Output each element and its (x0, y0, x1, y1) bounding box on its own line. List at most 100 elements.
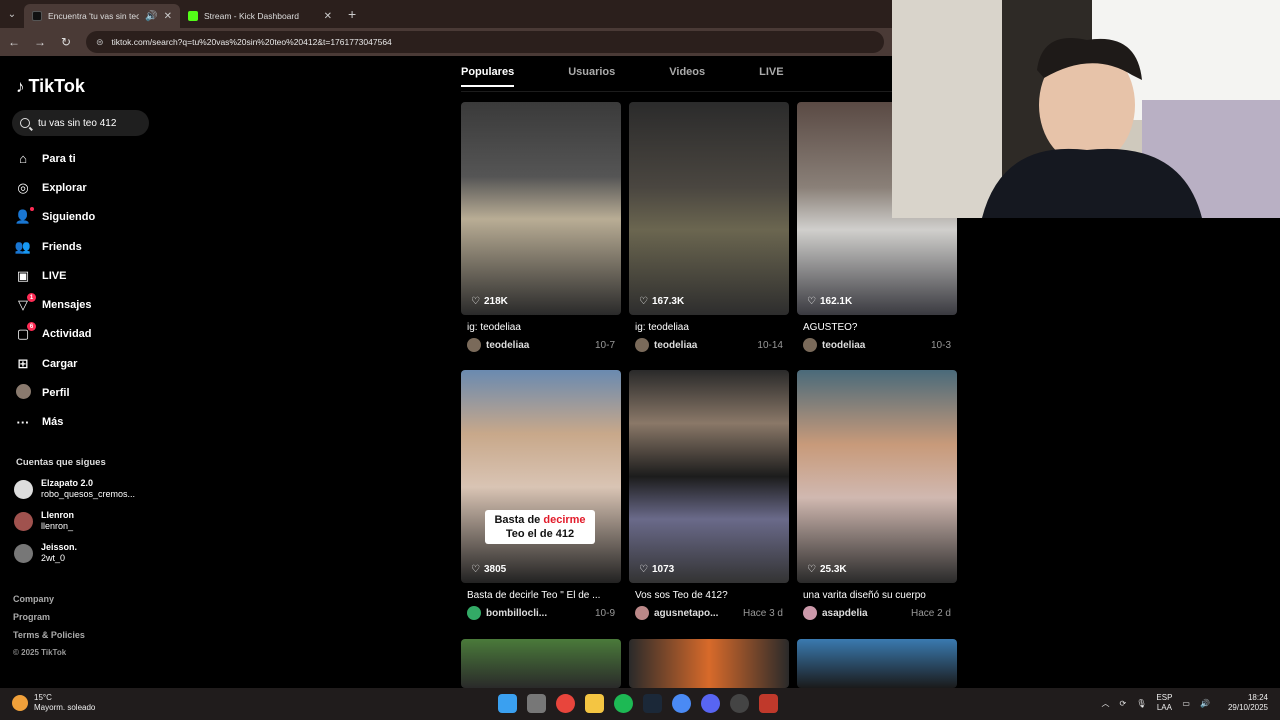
video-author[interactable]: teodeliaa (467, 338, 529, 352)
obs-icon[interactable] (730, 694, 749, 713)
friends-icon: 👥 (14, 238, 32, 254)
video-thumbnail[interactable]: Basta de decirme Teo el de 412 ♡ 3805 (461, 370, 621, 583)
close-tab-icon[interactable]: ✕ (324, 11, 332, 22)
video-card[interactable] (629, 639, 789, 688)
video-date: Hace 2 d (910, 607, 951, 619)
video-description[interactable]: Basta de decirle Teo " El de ... (461, 590, 621, 601)
video-author[interactable]: bombillocli... (467, 606, 547, 620)
video-thumbnail[interactable]: ♡ 1073 (629, 370, 789, 583)
tab-videos[interactable]: Videos (669, 66, 705, 87)
like-count: ♡ 167.3K (639, 296, 685, 307)
start-icon[interactable] (498, 694, 517, 713)
video-card[interactable] (797, 639, 957, 688)
app-icon[interactable] (759, 694, 778, 713)
messages-icon: ▽ 1 (14, 293, 36, 313)
new-tab-icon[interactable]: + (348, 6, 356, 22)
browser-tab-tiktok[interactable]: Encuentra 'tu vas sin teo 41 🔊 ✕ (24, 4, 180, 28)
chevron-up-icon[interactable]: ︿ (1102, 698, 1110, 709)
footer-link-company[interactable]: Company (13, 590, 85, 608)
webcam-overlay (892, 0, 1280, 218)
video-author[interactable]: teodeliaa (803, 338, 865, 352)
volume-icon[interactable]: 🔊 (1200, 699, 1210, 708)
video-author[interactable]: agusnetapo... (635, 606, 718, 620)
system-tray: ︿ ⟳ 🎙 ESP LAA ▭ 🔊 18:24 29/10/2025 (1102, 693, 1268, 713)
sidebar-item-siguiendo[interactable]: 👤 Siguiendo (14, 203, 95, 232)
network-icon[interactable]: ▭ (1182, 699, 1190, 708)
video-description[interactable]: una varita diseñó su cuerpo (797, 590, 957, 601)
more-icon: ··· (16, 414, 30, 430)
chrome-icon[interactable] (556, 694, 575, 713)
video-thumbnail[interactable]: ♡ 25.3K (797, 370, 957, 583)
sidebar-item-actividad[interactable]: ▢ 6 Actividad (14, 320, 95, 349)
video-thumbnail[interactable] (629, 639, 789, 688)
weather-widget[interactable]: 15°C Mayorm. soleado (12, 693, 95, 713)
speaker-icon[interactable]: 🔊 (145, 11, 157, 22)
search-value: tu vas sin teo 412 (38, 117, 117, 129)
video-card[interactable]: ♡ 218K ig: teodeliaa teodeliaa 10-7 (461, 102, 621, 352)
video-card[interactable]: ♡ 25.3K una varita diseñó su cuerpo asapd… (797, 370, 957, 620)
video-card[interactable]: Basta de decirme Teo el de 412 ♡ 3805 Bast… (461, 370, 621, 620)
tab-title: Encuentra 'tu vas sin teo 41 (48, 11, 140, 21)
footer-link-program[interactable]: Program (13, 608, 85, 626)
sidebar-item-cargar[interactable]: ⊞ Cargar (14, 349, 95, 378)
heart-icon: ♡ (639, 296, 648, 307)
tabs-divider (461, 91, 892, 92)
tab-populares[interactable]: Populares (461, 66, 515, 87)
video-card[interactable]: ♡ 1073 Vos sos Teo de 412? agusnetapo... H… (629, 370, 789, 620)
language-indicator[interactable]: ESP LAA (1156, 693, 1172, 713)
sync-icon[interactable]: ⟳ (1120, 699, 1127, 708)
sidebar-item-mensajes[interactable]: ▽ 1 Mensajes (14, 290, 95, 319)
video-card[interactable] (461, 639, 621, 688)
sidebar-item-friends[interactable]: 👥 Friends (14, 232, 95, 261)
video-author[interactable]: teodeliaa (635, 338, 697, 352)
reload-icon[interactable]: ↻ (60, 35, 72, 49)
video-description[interactable]: ig: teodeliaa (629, 322, 789, 333)
sidebar-item-explorar[interactable]: ◎ Explorar (14, 173, 95, 202)
chrome-alt-icon[interactable] (672, 694, 691, 713)
video-thumbnail[interactable] (461, 639, 621, 688)
video-description[interactable]: Vos sos Teo de 412? (629, 590, 789, 601)
sidebar-item-live[interactable]: ▣ LIVE (14, 261, 95, 290)
tiktok-logo[interactable]: ♪ TikTok (16, 76, 85, 97)
avatar (635, 606, 649, 620)
heart-icon: ♡ (471, 296, 480, 307)
followed-account[interactable]: Llenron llenron_ (14, 510, 74, 532)
tab-usuarios[interactable]: Usuarios (568, 66, 615, 87)
avatar (14, 543, 33, 563)
video-thumbnail[interactable]: ♡ 218K (461, 102, 621, 315)
clock[interactable]: 18:24 29/10/2025 (1228, 693, 1268, 713)
followed-account[interactable]: Jeisson. 2wt_0 (14, 542, 77, 564)
sidebar-item-para-ti[interactable]: ⌂ Para ti (14, 144, 95, 173)
microphone-icon[interactable]: 🎙 (1136, 699, 1146, 708)
video-description[interactable]: AGUSTEO? (797, 322, 957, 333)
video-description[interactable]: ig: teodeliaa (461, 322, 621, 333)
tab-list-dropdown-icon[interactable]: ⌄ (0, 0, 24, 28)
steam-icon[interactable] (643, 694, 662, 713)
sidebar-item-mas[interactable]: ··· Más (14, 408, 95, 437)
discord-icon[interactable] (701, 694, 720, 713)
sidebar: ♪ TikTok tu vas sin teo 412 ⌂ Para ti ◎ … (0, 58, 170, 686)
video-date: 10-14 (757, 339, 783, 351)
forward-icon[interactable]: → (34, 35, 46, 49)
live-icon: ▣ (16, 267, 30, 283)
search-input[interactable]: tu vas sin teo 412 (12, 110, 149, 136)
video-thumbnail[interactable] (797, 639, 957, 688)
spotify-icon[interactable] (614, 694, 633, 713)
home-icon: ⌂ (19, 151, 27, 167)
site-info-icon[interactable]: ⊜ (96, 37, 104, 48)
video-thumbnail[interactable]: ♡ 167.3K (629, 102, 789, 315)
footer-link-terms[interactable]: Terms & Policies (13, 626, 85, 644)
back-icon[interactable]: ← (8, 35, 20, 49)
followed-account[interactable]: Elzapato 2.0 robo_quesos_cremos... (14, 478, 135, 500)
sidebar-item-perfil[interactable]: Perfil (14, 378, 95, 407)
tab-live[interactable]: LIVE (759, 66, 783, 87)
task-view-icon[interactable] (527, 694, 546, 713)
video-card[interactable]: ♡ 167.3K ig: teodeliaa teodeliaa 10-14 (629, 102, 789, 352)
video-author[interactable]: asapdelia (803, 606, 868, 620)
browser-tab-kick[interactable]: Stream - Kick Dashboard ✕ (180, 4, 340, 28)
url-input[interactable]: ⊜ tiktok.com/search?q=tu%20vas%20sin%20t… (86, 31, 884, 53)
close-tab-icon[interactable]: ✕ (164, 11, 172, 22)
heart-icon: ♡ (807, 564, 816, 575)
file-explorer-icon[interactable] (585, 694, 604, 713)
video-date: 10-3 (930, 339, 951, 351)
